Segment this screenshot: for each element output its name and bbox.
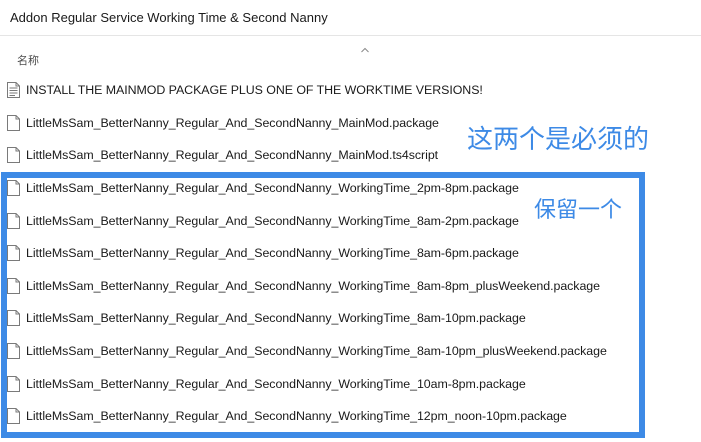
file-row-worktime-8am-10pm-weekend[interactable]: LittleMsSam_BetterNanny_Regular_And_Seco… xyxy=(0,335,701,368)
file-row-worktime-8am-2pm[interactable]: LittleMsSam_BetterNanny_Regular_And_Seco… xyxy=(0,204,701,237)
text-document-icon xyxy=(7,82,20,99)
file-name: LittleMsSam_BetterNanny_Regular_And_Seco… xyxy=(26,148,439,163)
file-icon xyxy=(7,180,20,197)
file-name: LittleMsSam_BetterNanny_Regular_And_Seco… xyxy=(26,409,567,424)
file-icon xyxy=(7,114,20,131)
file-icon xyxy=(7,343,20,360)
file-row-mainmod-ts4script[interactable]: LittleMsSam_BetterNanny_Regular_And_Seco… xyxy=(0,139,701,172)
file-name: LittleMsSam_BetterNanny_Regular_And_Seco… xyxy=(26,213,519,228)
file-row-worktime-2pm-8pm[interactable]: LittleMsSam_BetterNanny_Regular_And_Seco… xyxy=(0,172,701,205)
file-row-worktime-8am-6pm[interactable]: LittleMsSam_BetterNanny_Regular_And_Seco… xyxy=(0,237,701,270)
file-name: LittleMsSam_BetterNanny_Regular_And_Seco… xyxy=(26,376,526,391)
file-name: LittleMsSam_BetterNanny_Regular_And_Seco… xyxy=(26,311,526,326)
file-icon xyxy=(7,245,20,262)
file-name: LittleMsSam_BetterNanny_Regular_And_Seco… xyxy=(26,278,600,293)
file-name: LittleMsSam_BetterNanny_Regular_And_Seco… xyxy=(26,115,439,130)
file-row-readme[interactable]: INSTALL THE MAINMOD PACKAGE PLUS ONE OF … xyxy=(0,74,701,107)
column-header[interactable]: 名称 xyxy=(0,36,701,72)
file-list: INSTALL THE MAINMOD PACKAGE PLUS ONE OF … xyxy=(0,74,701,433)
file-icon xyxy=(7,408,20,425)
file-row-worktime-8am-10pm[interactable]: LittleMsSam_BetterNanny_Regular_And_Seco… xyxy=(0,302,701,335)
file-name: LittleMsSam_BetterNanny_Regular_And_Seco… xyxy=(26,344,607,359)
file-icon xyxy=(7,310,20,327)
file-name: INSTALL THE MAINMOD PACKAGE PLUS ONE OF … xyxy=(26,83,483,98)
folder-title: Addon Regular Service Working Time & Sec… xyxy=(10,10,328,25)
file-icon xyxy=(7,375,20,392)
file-explorer-window: Addon Regular Service Working Time & Sec… xyxy=(0,0,701,442)
chevron-up-icon xyxy=(361,40,369,53)
title-bar: Addon Regular Service Working Time & Sec… xyxy=(0,0,701,36)
file-row-worktime-10am-8pm[interactable]: LittleMsSam_BetterNanny_Regular_And_Seco… xyxy=(0,367,701,400)
file-row-worktime-12pm-10pm[interactable]: LittleMsSam_BetterNanny_Regular_And_Seco… xyxy=(0,400,701,433)
file-name: LittleMsSam_BetterNanny_Regular_And_Seco… xyxy=(26,246,519,261)
file-row-mainmod-package[interactable]: LittleMsSam_BetterNanny_Regular_And_Seco… xyxy=(0,107,701,140)
file-row-worktime-8am-8pm-weekend[interactable]: LittleMsSam_BetterNanny_Regular_And_Seco… xyxy=(0,270,701,303)
column-name-header[interactable]: 名称 xyxy=(17,52,39,68)
file-icon xyxy=(7,212,20,229)
file-icon xyxy=(7,147,20,164)
file-name: LittleMsSam_BetterNanny_Regular_And_Seco… xyxy=(26,181,519,196)
file-icon xyxy=(7,277,20,294)
